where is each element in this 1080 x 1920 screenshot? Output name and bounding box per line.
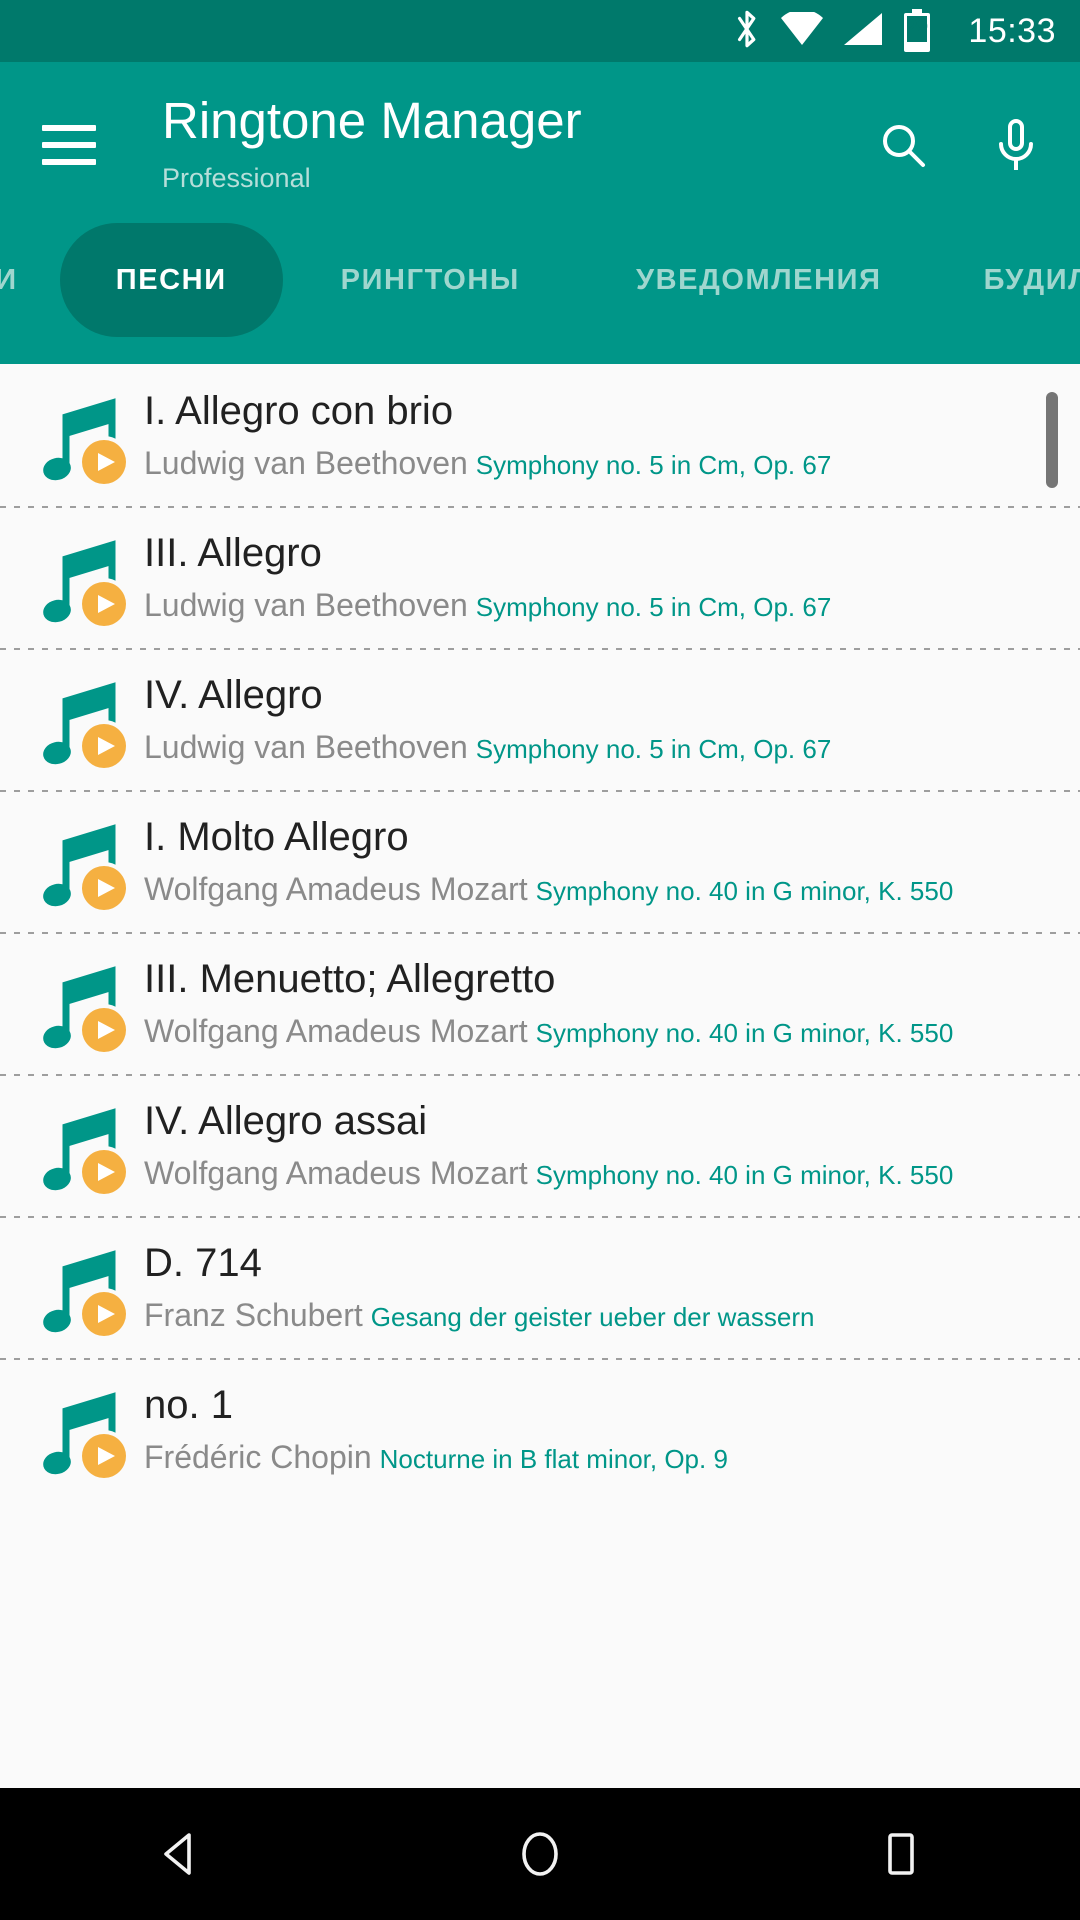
search-icon[interactable] <box>874 116 934 176</box>
list-item-texts: D. 714 Franz Schubert Gesang der geister … <box>144 1241 1040 1333</box>
status-clock: 15:33 <box>968 12 1056 50</box>
list-item-title: IV. Allegro <box>144 673 323 717</box>
app-bar-actions <box>874 116 1046 176</box>
list-item-subtitle: Wolfgang Amadeus Mozart Symphony no. 40 i… <box>144 1014 1040 1049</box>
wifi-icon <box>780 8 824 51</box>
list-item-album: Symphony no. 40 in G minor, K. 550 <box>535 1017 954 1048</box>
list-item-artist: Ludwig van Beethoven <box>144 445 468 481</box>
song-list: I. Allegro con brio Ludwig van Beethoven… <box>0 364 1080 1788</box>
list-item-subtitle: Ludwig van Beethoven Symphony no. 5 in Cm… <box>144 588 1040 623</box>
tab-songs[interactable]: ПЕСНИ <box>59 223 283 337</box>
list-item-artist: Wolfgang Amadeus Mozart <box>144 1013 528 1049</box>
bluetooth-icon <box>732 8 762 55</box>
tab-alarms-partial[interactable]: БУДИЛ <box>940 223 1080 337</box>
list-item-artist: Wolfgang Amadeus Mozart <box>144 871 528 907</box>
music-note-icon <box>40 951 136 1056</box>
cellular-signal-icon <box>842 12 884 51</box>
recents-square-icon[interactable] <box>840 1804 960 1904</box>
list-item[interactable]: I. Allegro con brio Ludwig van Beethoven… <box>0 364 1080 506</box>
list-item-album: Gesang der geister ueber der wassern <box>370 1301 815 1332</box>
list-item-title: I. Molto Allegro <box>144 815 409 859</box>
music-note-icon <box>40 667 136 772</box>
app-bar-top-row: Ringtone Manager Professional <box>0 62 1080 200</box>
list-item-album: Symphony no. 40 in G minor, K. 550 <box>535 875 954 906</box>
list-item-artist: Franz Schubert <box>144 1297 363 1333</box>
list-item[interactable]: no. 1 Frédéric Chopin Nocturne in B flat … <box>0 1358 1080 1500</box>
list-item-album: Nocturne in B flat minor, Op. 9 <box>379 1443 728 1474</box>
list-item-texts: IV. Allegro Ludwig van Beethoven Symphony… <box>144 673 1040 765</box>
battery-level-label: 29 <box>906 17 928 38</box>
music-note-icon <box>40 1377 136 1482</box>
list-item-texts: I. Allegro con brio Ludwig van Beethoven… <box>144 389 1040 481</box>
list-item-title: D. 714 <box>144 1241 262 1285</box>
list-item[interactable]: D. 714 Franz Schubert Gesang der geister … <box>0 1216 1080 1358</box>
list-item-texts: no. 1 Frédéric Chopin Nocturne in B flat … <box>144 1383 1040 1475</box>
list-item[interactable]: III. Menuetto; Allegretto Wolfgang Amade… <box>0 932 1080 1074</box>
list-item-title: I. Allegro con brio <box>144 389 454 433</box>
tab-ringtones[interactable]: РИНГТОНЫ <box>283 223 578 337</box>
list-item-album: Symphony no. 5 in Cm, Op. 67 <box>475 733 832 764</box>
music-note-icon <box>40 1093 136 1198</box>
app-bar: Ringtone Manager Professional И ПЕСНИ РИ… <box>0 62 1080 364</box>
list-item-artist: Wolfgang Amadeus Mozart <box>144 1155 528 1191</box>
status-bar: 29 15:33 <box>0 0 1080 62</box>
list-item-texts: IV. Allegro assai Wolfgang Amadeus Mozar… <box>144 1099 1040 1191</box>
music-note-icon <box>40 1235 136 1340</box>
app-bar-titles: Ringtone Manager Professional <box>162 84 874 194</box>
music-note-icon <box>40 383 136 488</box>
list-item-subtitle: Franz Schubert Gesang der geister ueber d… <box>144 1298 1040 1333</box>
back-triangle-icon[interactable] <box>120 1804 240 1904</box>
list-item-album: Symphony no. 5 in Cm, Op. 67 <box>475 591 832 622</box>
list-item-artist: Ludwig van Beethoven <box>144 587 468 623</box>
list-item-title: IV. Allegro assai <box>144 1099 428 1143</box>
list-item-subtitle: Ludwig van Beethoven Symphony no. 5 in Cm… <box>144 446 1040 481</box>
hamburger-menu-icon[interactable] <box>42 118 96 172</box>
list-item-artist: Frédéric Chopin <box>144 1439 372 1475</box>
list-item[interactable]: IV. Allegro Ludwig van Beethoven Symphony… <box>0 648 1080 790</box>
app-screen: 29 15:33 Ringtone Manager Professional И… <box>0 0 1080 1920</box>
list-item-title: III. Allegro <box>144 531 322 575</box>
list-item-subtitle: Ludwig van Beethoven Symphony no. 5 in Cm… <box>144 730 1040 765</box>
list-item-title: no. 1 <box>144 1383 233 1427</box>
list-item-album: Symphony no. 40 in G minor, K. 550 <box>535 1159 954 1190</box>
list-item-subtitle: Wolfgang Amadeus Mozart Symphony no. 40 i… <box>144 872 1040 907</box>
list-item-album: Symphony no. 5 in Cm, Op. 67 <box>475 449 832 480</box>
home-circle-icon[interactable] <box>480 1804 600 1904</box>
list-item-artist: Ludwig van Beethoven <box>144 729 468 765</box>
tab-notifications[interactable]: УВЕДОМЛЕНИЯ <box>578 223 940 337</box>
system-navigation-bar <box>0 1788 1080 1920</box>
tab-bar: КИ ПЕСНИ РИНГТОНЫ УВЕДОМЛЕНИЯ БУДИЛ <box>0 200 1080 360</box>
list-item-texts: III. Menuetto; Allegretto Wolfgang Amade… <box>144 957 1040 1049</box>
status-icon-group: 29 15:33 <box>732 8 1056 55</box>
music-note-icon <box>40 525 136 630</box>
list-item-texts: I. Molto Allegro Wolfgang Amadeus Mozart… <box>144 815 1040 907</box>
tab-sounds-partial[interactable]: КИ <box>0 223 46 337</box>
list-item[interactable]: I. Molto Allegro Wolfgang Amadeus Mozart… <box>0 790 1080 932</box>
music-note-icon <box>40 809 136 914</box>
page-title: Ringtone Manager <box>162 92 582 149</box>
list-item[interactable]: IV. Allegro assai Wolfgang Amadeus Mozar… <box>0 1074 1080 1216</box>
page-subtitle: Professional <box>162 162 311 193</box>
list-item[interactable]: III. Allegro Ludwig van Beethoven Symphon… <box>0 506 1080 648</box>
list-item-title: III. Menuetto; Allegretto <box>144 957 556 1001</box>
microphone-icon[interactable] <box>986 116 1046 176</box>
battery-icon: 29 <box>902 9 932 53</box>
list-item-texts: III. Allegro Ludwig van Beethoven Symphon… <box>144 531 1040 623</box>
list-item-subtitle: Wolfgang Amadeus Mozart Symphony no. 40 i… <box>144 1156 1040 1191</box>
list-item-subtitle: Frédéric Chopin Nocturne in B flat minor,… <box>144 1440 1040 1475</box>
